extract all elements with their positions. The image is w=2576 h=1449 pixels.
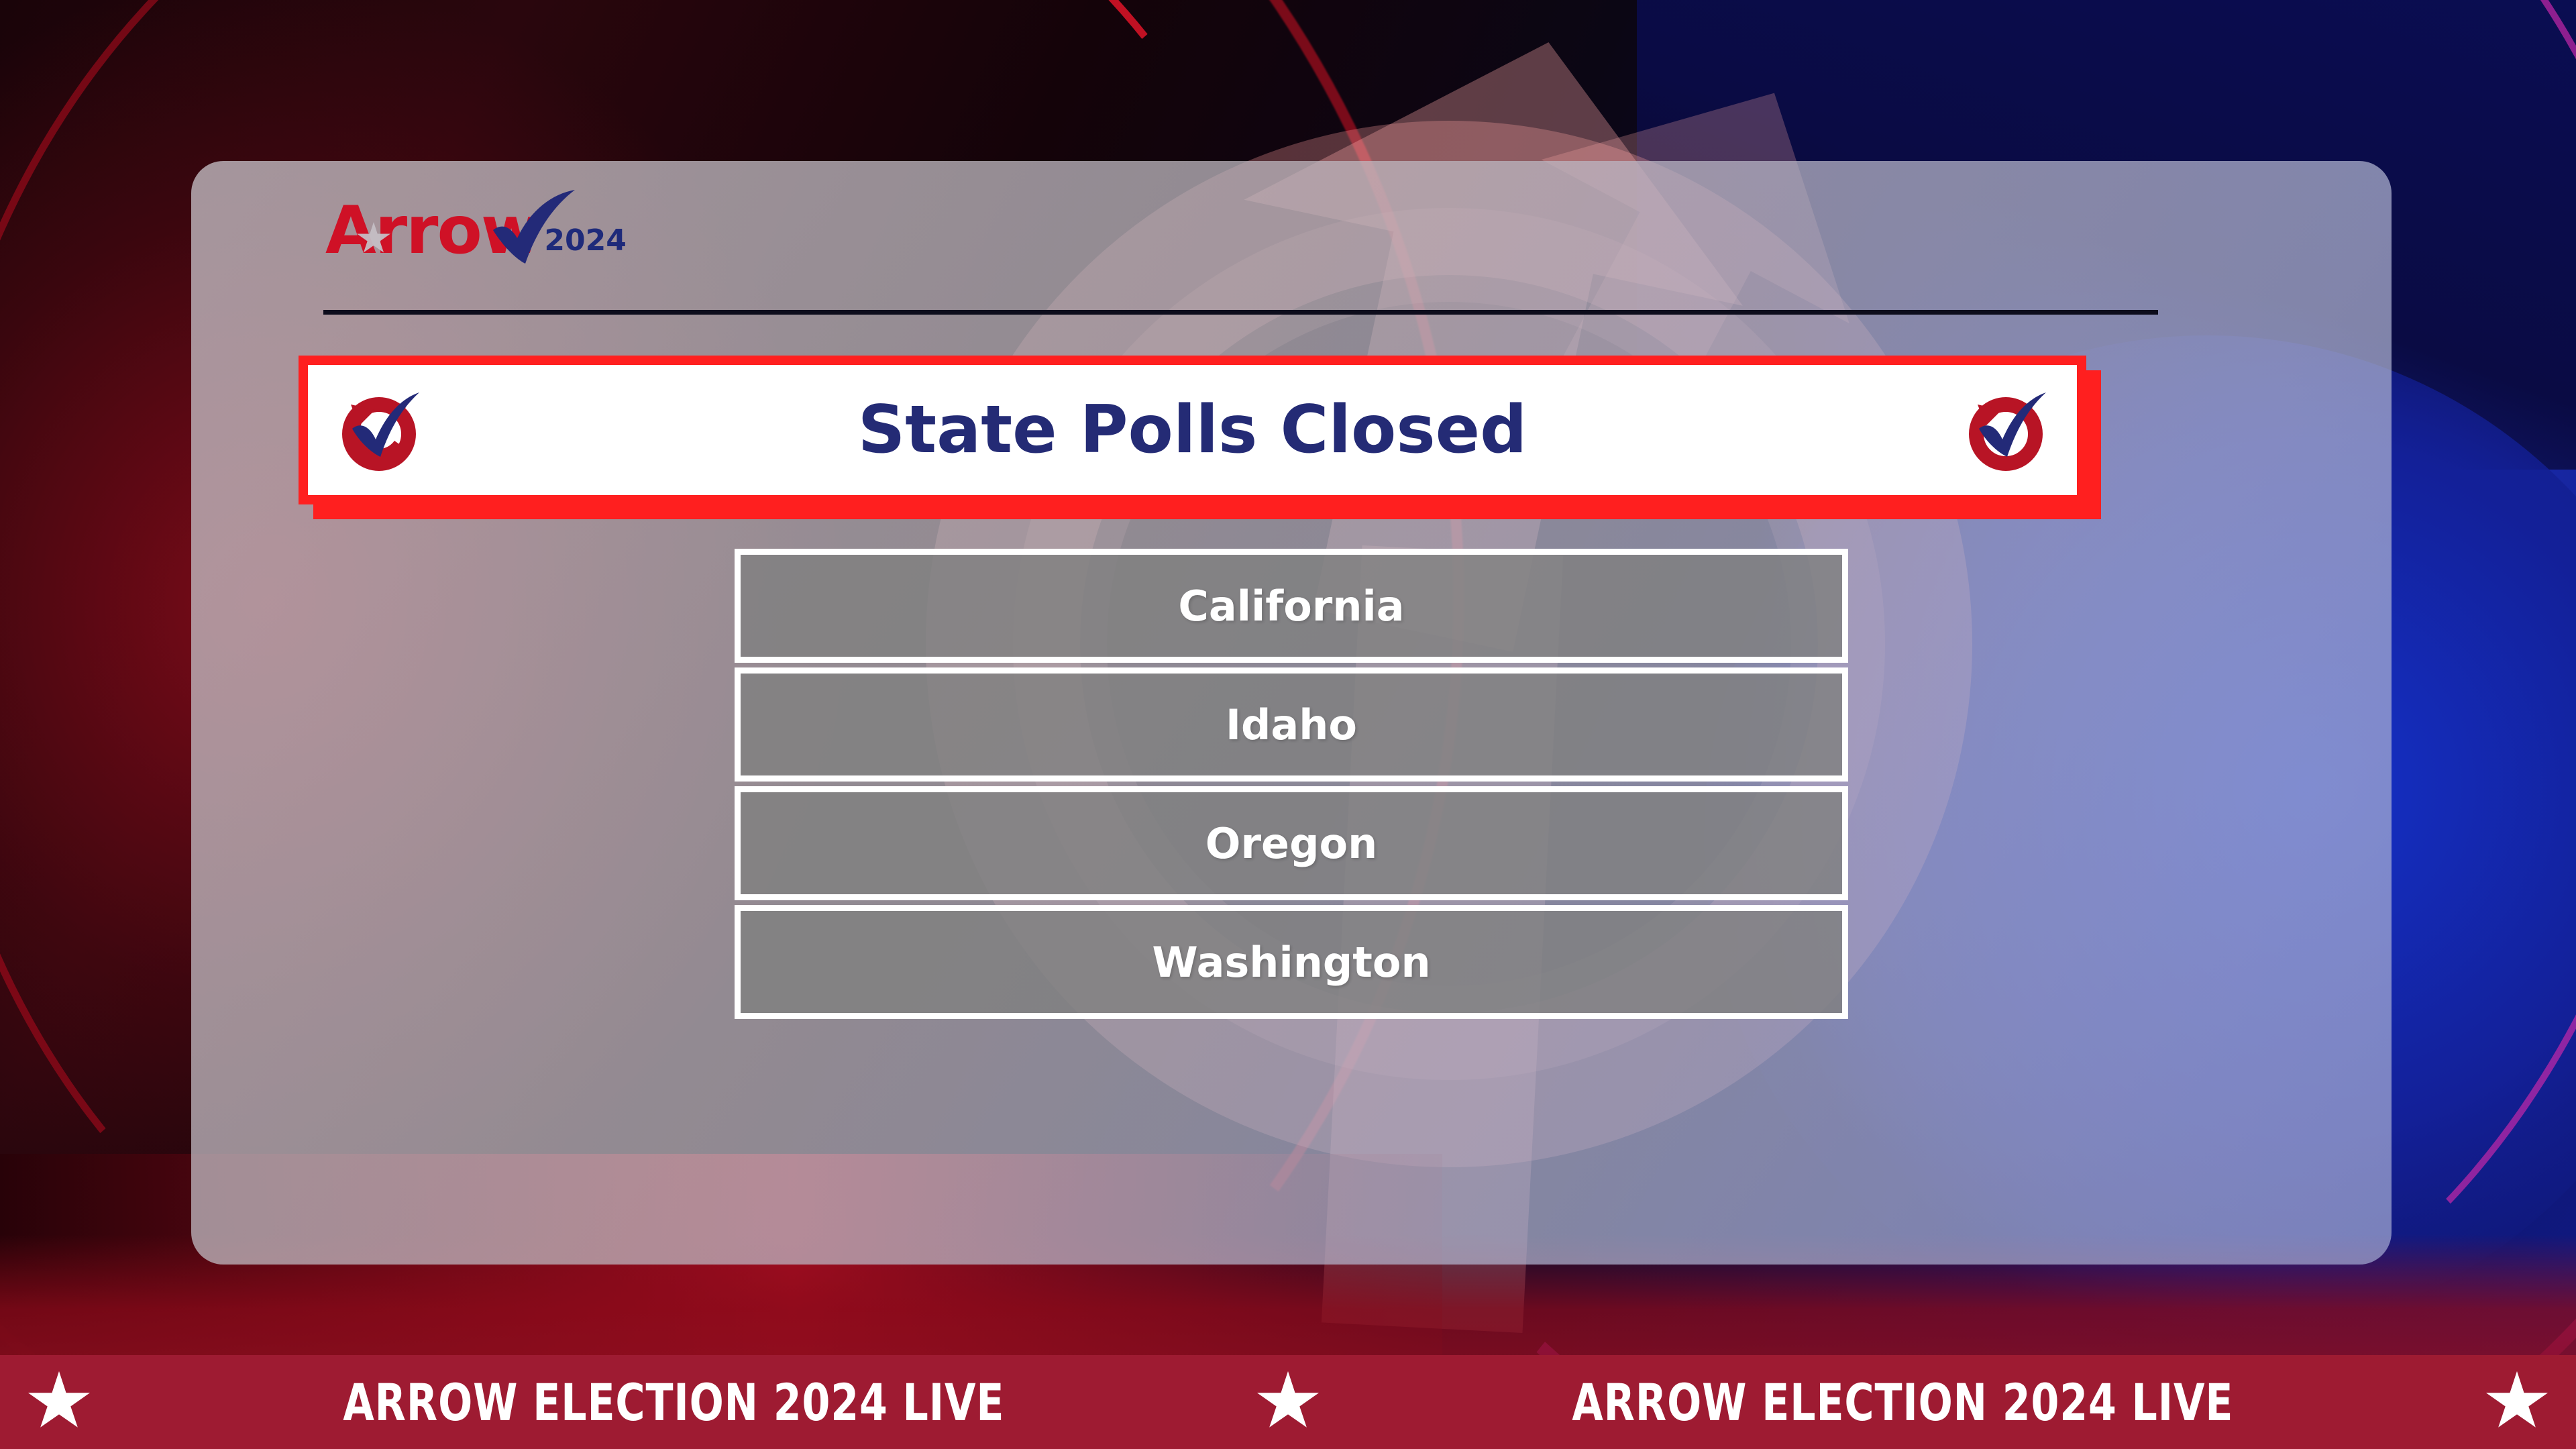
state-name: Oregon [1205,818,1378,868]
star-icon [2485,1371,2548,1428]
page-title: State Polls Closed [857,392,1527,468]
ticker-text: ARROW ELECTION 2024 LIVE [342,1372,1005,1432]
state-row[interactable]: California [735,549,1848,663]
state-list: California Idaho Oregon Washington [735,549,1848,1019]
state-name: Idaho [1225,700,1358,749]
star-icon [1256,1371,1320,1428]
logo-year: 2024 [544,223,627,258]
state-row[interactable]: Washington [735,905,1848,1019]
ticker-text: ARROW ELECTION 2024 LIVE [1571,1372,2234,1432]
star-icon [28,1371,91,1428]
state-name: California [1178,581,1405,631]
state-row[interactable]: Oregon [735,786,1848,900]
circular-arrow-check-icon-left [336,387,422,473]
main-panel: Arrow 2024 State Polls Closed California… [191,161,2392,1265]
state-name: Washington [1152,937,1431,987]
ticker-bar: ARROW ELECTION 2024 LIVE ARROW ELECTION … [0,1355,2576,1449]
title-banner-inner: State Polls Closed [308,365,2077,495]
logo-wordmark: Arrow 2024 [325,190,627,264]
circular-arrow-check-icon-right [1963,387,2049,473]
state-row[interactable]: Idaho [735,667,1848,782]
title-banner: State Polls Closed [299,356,2086,504]
header-divider [323,310,2158,315]
brand-logo: Arrow 2024 [325,190,627,264]
